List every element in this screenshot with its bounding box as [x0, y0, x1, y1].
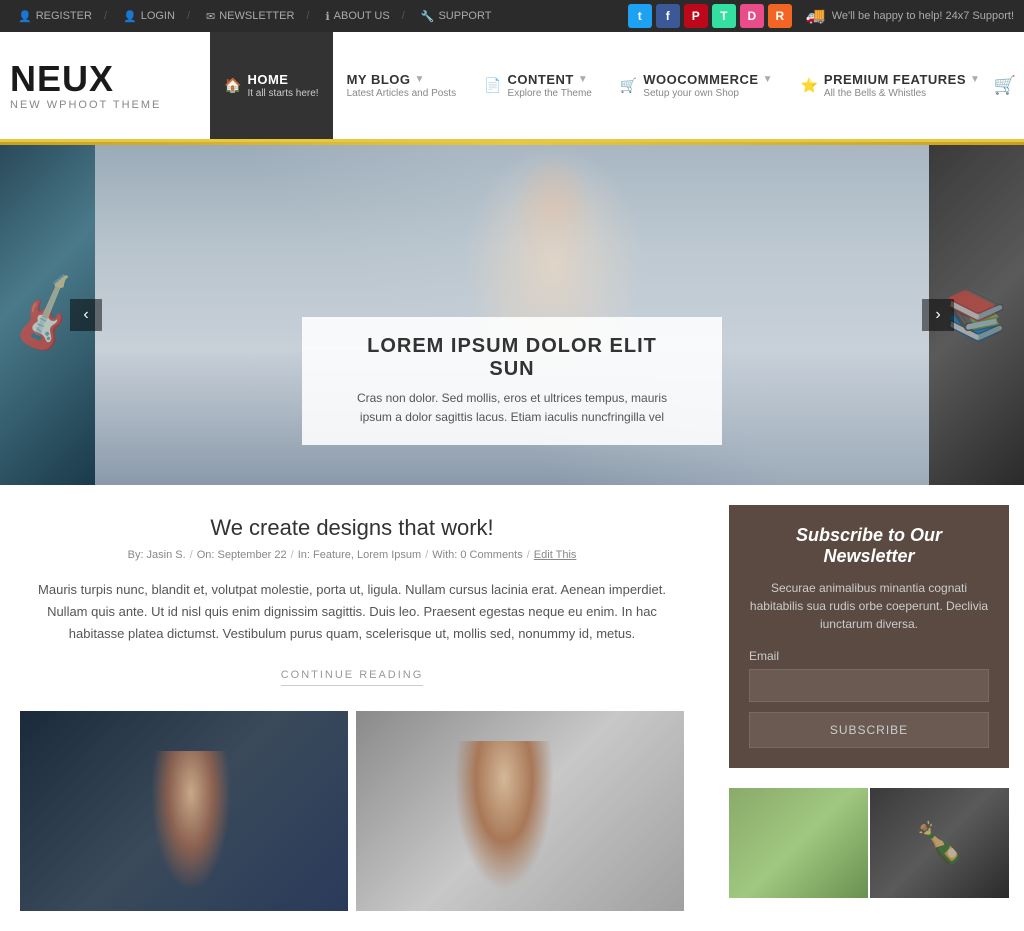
about-icon: ℹ — [325, 10, 329, 23]
nav-item-blog[interactable]: MY BLOG ▼ Latest Articles and Posts — [333, 32, 471, 139]
continue-reading: CONTINUE READING — [20, 665, 684, 681]
hero-slider: ‹ LOREM IPSUM DOLOR ELIT SUN Cras non do… — [0, 145, 1024, 485]
tripadvisor-icon[interactable]: T — [712, 4, 736, 28]
nav-premium-label: PREMIUM FEATURES — [824, 72, 966, 87]
nav-blog-sub: Latest Articles and Posts — [347, 88, 457, 99]
nav-home-sub: It all starts here! — [247, 88, 318, 99]
woocommerce-icon: 🛒 — [620, 77, 637, 94]
newsletter-icon: ✉ — [206, 10, 215, 23]
dribbble-icon[interactable]: D — [740, 4, 764, 28]
blog-dropdown-arrow: ▼ — [415, 74, 425, 85]
woo-dropdown-arrow: ▼ — [763, 74, 773, 85]
truck-icon: 🚚 — [806, 6, 826, 26]
register-link[interactable]: 👤 REGISTER — [10, 10, 115, 23]
nav-item-woocommerce[interactable]: 🛒 WOOCOMMERCE ▼ Setup your own Shop — [606, 32, 787, 139]
main-content: We create designs that work! By: Jasin S… — [0, 485, 714, 931]
content-area: We create designs that work! By: Jasin S… — [0, 485, 1024, 931]
article-title: We create designs that work! — [20, 515, 684, 541]
twitter-icon[interactable]: t — [628, 4, 652, 28]
sidebar-images — [729, 788, 1009, 898]
premium-dropdown-arrow: ▼ — [970, 74, 980, 85]
nav-premium-sub: All the Bells & Whistles — [824, 88, 980, 99]
facebook-icon[interactable]: f — [656, 4, 680, 28]
nav-item-content[interactable]: 📄 CONTENT ▼ Explore the Theme — [470, 32, 606, 139]
header: NEUX NEW WPHOOT THEME 🏠 HOME It all star… — [0, 32, 1024, 142]
thumb-item-1 — [20, 711, 348, 911]
sidebar-image-2[interactable] — [870, 788, 1009, 898]
meta-by: By: Jasin S. — [128, 549, 186, 561]
user-icon: 👤 — [18, 10, 32, 23]
slider-caption-title: LOREM IPSUM DOLOR ELIT SUN — [342, 335, 682, 381]
content-icon: 📄 — [484, 77, 501, 94]
nav-icons: 🛒 🔍 — [994, 32, 1024, 139]
slider-next-button[interactable]: › — [922, 299, 954, 331]
logo-title: NEUX — [10, 61, 210, 97]
about-link[interactable]: ℹ ABOUT US — [317, 10, 412, 23]
thumb-image-1[interactable] — [20, 711, 348, 911]
newsletter-description: Securae animalibus minantia cognati habi… — [749, 579, 989, 633]
meta-edit[interactable]: Edit This — [534, 549, 577, 561]
nav-home-label: HOME — [247, 72, 318, 87]
rss-icon[interactable]: R — [768, 4, 792, 28]
nav-item-home[interactable]: 🏠 HOME It all starts here! — [210, 32, 333, 139]
continue-reading-link[interactable]: CONTINUE READING — [281, 669, 424, 686]
cart-icon[interactable]: 🛒 — [994, 75, 1016, 96]
slider-main: LOREM IPSUM DOLOR ELIT SUN Cras non dolo… — [95, 145, 929, 485]
article-meta: By: Jasin S. / On: September 22 / In: Fe… — [20, 549, 684, 561]
main-nav: 🏠 HOME It all starts here! MY BLOG ▼ Lat… — [210, 32, 1024, 139]
slider-prev-button[interactable]: ‹ — [70, 299, 102, 331]
support-icon: 🔧 — [421, 10, 435, 23]
login-link[interactable]: 👤 LOGIN — [115, 10, 198, 23]
nav-blog-label: MY BLOG — [347, 72, 411, 87]
slider-caption-text: Cras non dolor. Sed mollis, eros et ultr… — [342, 389, 682, 427]
content-dropdown-arrow: ▼ — [578, 74, 588, 85]
email-label: Email — [749, 649, 989, 663]
email-field[interactable] — [749, 669, 989, 702]
newsletter-box: Subscribe to Our Newsletter Securae anim… — [729, 505, 1009, 768]
top-bar-links: 👤 REGISTER 👤 LOGIN ✉ NEWSLETTER ℹ ABOUT … — [10, 10, 499, 23]
logo[interactable]: NEUX NEW WPHOOT THEME — [10, 61, 210, 111]
top-bar-right: t f P T D R 🚚 We'll be happy to help! 24… — [628, 4, 1014, 28]
nav-woo-label: WOOCOMMERCE — [643, 72, 758, 87]
login-user-icon: 👤 — [123, 10, 137, 23]
newsletter-link[interactable]: ✉ NEWSLETTER — [198, 10, 317, 23]
article-body: Mauris turpis nunc, blandit et, volutpat… — [20, 579, 684, 645]
nav-item-premium[interactable]: ⭐ PREMIUM FEATURES ▼ All the Bells & Whi… — [786, 32, 993, 139]
logo-subtitle: NEW WPHOOT THEME — [10, 99, 210, 111]
pinterest-icon[interactable]: P — [684, 4, 708, 28]
thumb-item-2 — [356, 711, 684, 911]
meta-in: In: Feature, Lorem Ipsum — [298, 549, 422, 561]
thumbnails-row — [20, 711, 684, 911]
sidebar-image-1[interactable] — [729, 788, 868, 898]
home-icon: 🏠 — [224, 77, 241, 94]
subscribe-button[interactable]: SUBSCRIBE — [749, 712, 989, 748]
thumb-image-2[interactable] — [356, 711, 684, 911]
top-bar: 👤 REGISTER 👤 LOGIN ✉ NEWSLETTER ℹ ABOUT … — [0, 0, 1024, 32]
nav-woo-sub: Setup your own Shop — [643, 88, 772, 99]
nav-content-sub: Explore the Theme — [508, 88, 592, 99]
premium-icon: ⭐ — [800, 77, 817, 94]
sidebar: Subscribe to Our Newsletter Securae anim… — [714, 485, 1024, 931]
support-text: 🚚 We'll be happy to help! 24x7 Support! — [806, 6, 1014, 26]
meta-with: With: 0 Comments — [432, 549, 522, 561]
meta-on: On: September 22 — [197, 549, 287, 561]
support-link[interactable]: 🔧 SUPPORT — [413, 10, 500, 23]
nav-content-label: CONTENT — [508, 72, 574, 87]
slider-caption: LOREM IPSUM DOLOR ELIT SUN Cras non dolo… — [302, 317, 722, 445]
newsletter-title: Subscribe to Our Newsletter — [749, 525, 989, 567]
